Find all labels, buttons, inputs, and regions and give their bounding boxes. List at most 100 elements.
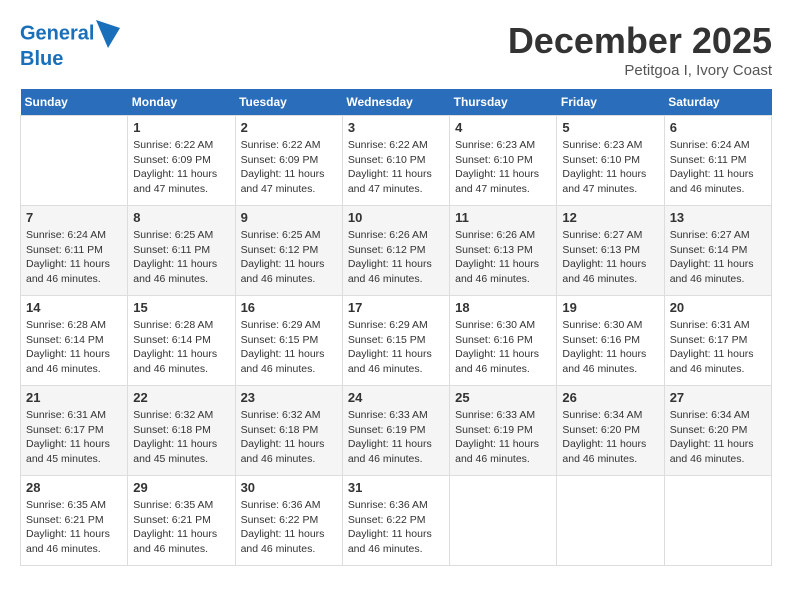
day-info: Sunrise: 6:35 AM Sunset: 6:21 PM Dayligh… <box>133 498 229 557</box>
day-number: 16 <box>241 300 337 315</box>
calendar-cell: 24 Sunrise: 6:33 AM Sunset: 6:19 PM Dayli… <box>342 386 449 476</box>
day-number: 15 <box>133 300 229 315</box>
day-info: Sunrise: 6:36 AM Sunset: 6:22 PM Dayligh… <box>241 498 337 557</box>
day-info: Sunrise: 6:28 AM Sunset: 6:14 PM Dayligh… <box>133 318 229 377</box>
calendar-week-1: 1 Sunrise: 6:22 AM Sunset: 6:09 PM Daylig… <box>21 116 772 206</box>
day-number: 6 <box>670 120 766 135</box>
day-number: 19 <box>562 300 658 315</box>
calendar-cell: 18Sunrise: 6:30 AM Sunset: 6:16 PM Dayli… <box>450 296 557 386</box>
calendar-cell: 11Sunrise: 6:26 AM Sunset: 6:13 PM Dayli… <box>450 206 557 296</box>
day-info: Sunrise: 6:34 AM Sunset: 6:20 PM Dayligh… <box>670 408 766 467</box>
day-info: Sunrise: 6:28 AM Sunset: 6:14 PM Dayligh… <box>26 318 122 377</box>
calendar-week-2: 7 Sunrise: 6:24 AM Sunset: 6:11 PM Daylig… <box>21 206 772 296</box>
calendar-cell: 5 Sunrise: 6:23 AM Sunset: 6:10 PM Daylig… <box>557 116 664 206</box>
day-info: Sunrise: 6:27 AM Sunset: 6:13 PM Dayligh… <box>562 228 658 287</box>
day-number: 27 <box>670 390 766 405</box>
page-header: General Blue December 2025 Petitgoa I, I… <box>20 20 772 79</box>
calendar-cell: 6 Sunrise: 6:24 AM Sunset: 6:11 PM Daylig… <box>664 116 771 206</box>
location: Petitgoa I, Ivory Coast <box>508 62 772 79</box>
calendar-cell <box>21 116 128 206</box>
day-number: 18 <box>455 300 551 315</box>
calendar-cell: 16 Sunrise: 6:29 AM Sunset: 6:15 PM Dayli… <box>235 296 342 386</box>
day-number: 24 <box>348 390 444 405</box>
calendar-cell: 19Sunrise: 6:30 AM Sunset: 6:16 PM Dayli… <box>557 296 664 386</box>
calendar-cell <box>664 476 771 566</box>
day-info: Sunrise: 6:26 AM Sunset: 6:12 PM Dayligh… <box>348 228 444 287</box>
calendar-cell: 31 Sunrise: 6:36 AM Sunset: 6:22 PM Dayli… <box>342 476 449 566</box>
day-info: Sunrise: 6:24 AM Sunset: 6:11 PM Dayligh… <box>26 228 122 287</box>
calendar-cell: 20Sunrise: 6:31 AM Sunset: 6:17 PM Dayli… <box>664 296 771 386</box>
calendar-cell: 1 Sunrise: 6:22 AM Sunset: 6:09 PM Daylig… <box>128 116 235 206</box>
day-number: 1 <box>133 120 229 135</box>
day-number: 14 <box>26 300 122 315</box>
logo-icon <box>96 20 120 48</box>
day-info: Sunrise: 6:35 AM Sunset: 6:21 PM Dayligh… <box>26 498 122 557</box>
day-info: Sunrise: 6:31 AM Sunset: 6:17 PM Dayligh… <box>670 318 766 377</box>
calendar-cell: 2Sunrise: 6:22 AM Sunset: 6:09 PM Daylig… <box>235 116 342 206</box>
day-info: Sunrise: 6:25 AM Sunset: 6:12 PM Dayligh… <box>241 228 337 287</box>
month-title: December 2025 <box>508 20 772 62</box>
calendar-cell: 14 Sunrise: 6:28 AM Sunset: 6:14 PM Dayli… <box>21 296 128 386</box>
calendar-cell: 23 Sunrise: 6:32 AM Sunset: 6:18 PM Dayli… <box>235 386 342 476</box>
day-info: Sunrise: 6:22 AM Sunset: 6:09 PM Dayligh… <box>133 138 229 197</box>
day-info: Sunrise: 6:25 AM Sunset: 6:11 PM Dayligh… <box>133 228 229 287</box>
day-info: Sunrise: 6:32 AM Sunset: 6:18 PM Dayligh… <box>133 408 229 467</box>
calendar-cell: 25Sunrise: 6:33 AM Sunset: 6:19 PM Dayli… <box>450 386 557 476</box>
title-block: December 2025 Petitgoa I, Ivory Coast <box>508 20 772 79</box>
day-number: 26 <box>562 390 658 405</box>
calendar-cell: 3 Sunrise: 6:22 AM Sunset: 6:10 PM Daylig… <box>342 116 449 206</box>
day-number: 7 <box>26 210 122 225</box>
calendar-cell: 12 Sunrise: 6:27 AM Sunset: 6:13 PM Dayli… <box>557 206 664 296</box>
calendar-cell: 9 Sunrise: 6:25 AM Sunset: 6:12 PM Daylig… <box>235 206 342 296</box>
calendar-cell: 4 Sunrise: 6:23 AM Sunset: 6:10 PM Daylig… <box>450 116 557 206</box>
day-number: 5 <box>562 120 658 135</box>
day-info: Sunrise: 6:23 AM Sunset: 6:10 PM Dayligh… <box>455 138 551 197</box>
weekday-header-thursday: Thursday <box>450 89 557 116</box>
day-info: Sunrise: 6:24 AM Sunset: 6:11 PM Dayligh… <box>670 138 766 197</box>
weekday-header-saturday: Saturday <box>664 89 771 116</box>
calendar-cell: 21 Sunrise: 6:31 AM Sunset: 6:17 PM Dayli… <box>21 386 128 476</box>
day-number: 13 <box>670 210 766 225</box>
calendar-cell: 22 Sunrise: 6:32 AM Sunset: 6:18 PM Dayli… <box>128 386 235 476</box>
calendar-cell: 7 Sunrise: 6:24 AM Sunset: 6:11 PM Daylig… <box>21 206 128 296</box>
day-number: 29 <box>133 480 229 495</box>
day-info: Sunrise: 6:22 AM Sunset: 6:10 PM Dayligh… <box>348 138 444 197</box>
day-number: 22 <box>133 390 229 405</box>
calendar-cell: 10 Sunrise: 6:26 AM Sunset: 6:12 PM Dayli… <box>342 206 449 296</box>
day-number: 9 <box>241 210 337 225</box>
day-number: 2 <box>241 120 337 135</box>
day-info: Sunrise: 6:29 AM Sunset: 6:15 PM Dayligh… <box>348 318 444 377</box>
day-info: Sunrise: 6:31 AM Sunset: 6:17 PM Dayligh… <box>26 408 122 467</box>
weekday-header-row: SundayMondayTuesdayWednesdayThursdayFrid… <box>21 89 772 116</box>
day-info: Sunrise: 6:32 AM Sunset: 6:18 PM Dayligh… <box>241 408 337 467</box>
calendar-cell: 28 Sunrise: 6:35 AM Sunset: 6:21 PM Dayli… <box>21 476 128 566</box>
calendar-cell: 27 Sunrise: 6:34 AM Sunset: 6:20 PM Dayli… <box>664 386 771 476</box>
day-info: Sunrise: 6:27 AM Sunset: 6:14 PM Dayligh… <box>670 228 766 287</box>
day-number: 31 <box>348 480 444 495</box>
calendar-week-3: 14 Sunrise: 6:28 AM Sunset: 6:14 PM Dayli… <box>21 296 772 386</box>
day-info: Sunrise: 6:33 AM Sunset: 6:19 PM Dayligh… <box>348 408 444 467</box>
day-number: 4 <box>455 120 551 135</box>
calendar-cell: 15 Sunrise: 6:28 AM Sunset: 6:14 PM Dayli… <box>128 296 235 386</box>
day-number: 30 <box>241 480 337 495</box>
day-info: Sunrise: 6:23 AM Sunset: 6:10 PM Dayligh… <box>562 138 658 197</box>
day-number: 3 <box>348 120 444 135</box>
day-info: Sunrise: 6:34 AM Sunset: 6:20 PM Dayligh… <box>562 408 658 467</box>
day-number: 28 <box>26 480 122 495</box>
calendar-cell: 8Sunrise: 6:25 AM Sunset: 6:11 PM Daylig… <box>128 206 235 296</box>
calendar-cell: 30 Sunrise: 6:36 AM Sunset: 6:22 PM Dayli… <box>235 476 342 566</box>
day-info: Sunrise: 6:36 AM Sunset: 6:22 PM Dayligh… <box>348 498 444 557</box>
weekday-header-friday: Friday <box>557 89 664 116</box>
day-info: Sunrise: 6:26 AM Sunset: 6:13 PM Dayligh… <box>455 228 551 287</box>
day-number: 23 <box>241 390 337 405</box>
day-number: 10 <box>348 210 444 225</box>
calendar-cell: 29 Sunrise: 6:35 AM Sunset: 6:21 PM Dayli… <box>128 476 235 566</box>
day-info: Sunrise: 6:29 AM Sunset: 6:15 PM Dayligh… <box>241 318 337 377</box>
weekday-header-sunday: Sunday <box>21 89 128 116</box>
day-number: 12 <box>562 210 658 225</box>
calendar-week-5: 28 Sunrise: 6:35 AM Sunset: 6:21 PM Dayli… <box>21 476 772 566</box>
day-number: 21 <box>26 390 122 405</box>
calendar-cell: 17Sunrise: 6:29 AM Sunset: 6:15 PM Dayli… <box>342 296 449 386</box>
day-info: Sunrise: 6:33 AM Sunset: 6:19 PM Dayligh… <box>455 408 551 467</box>
weekday-header-tuesday: Tuesday <box>235 89 342 116</box>
